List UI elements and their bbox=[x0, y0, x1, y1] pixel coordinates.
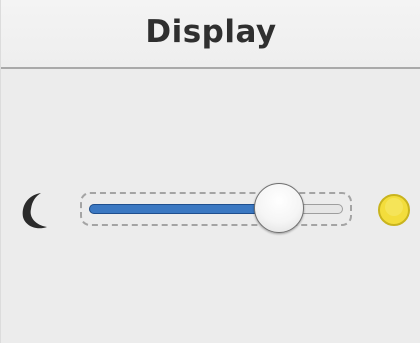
sun-icon bbox=[376, 192, 412, 228]
slider-thumb[interactable] bbox=[254, 183, 305, 233]
brightness-slider[interactable] bbox=[80, 183, 352, 233]
moon-icon bbox=[17, 191, 53, 231]
display-panel: Display bbox=[0, 0, 420, 343]
header-bar: Display bbox=[1, 0, 420, 69]
slider-fill bbox=[89, 204, 280, 214]
page-title: Display bbox=[145, 14, 277, 50]
